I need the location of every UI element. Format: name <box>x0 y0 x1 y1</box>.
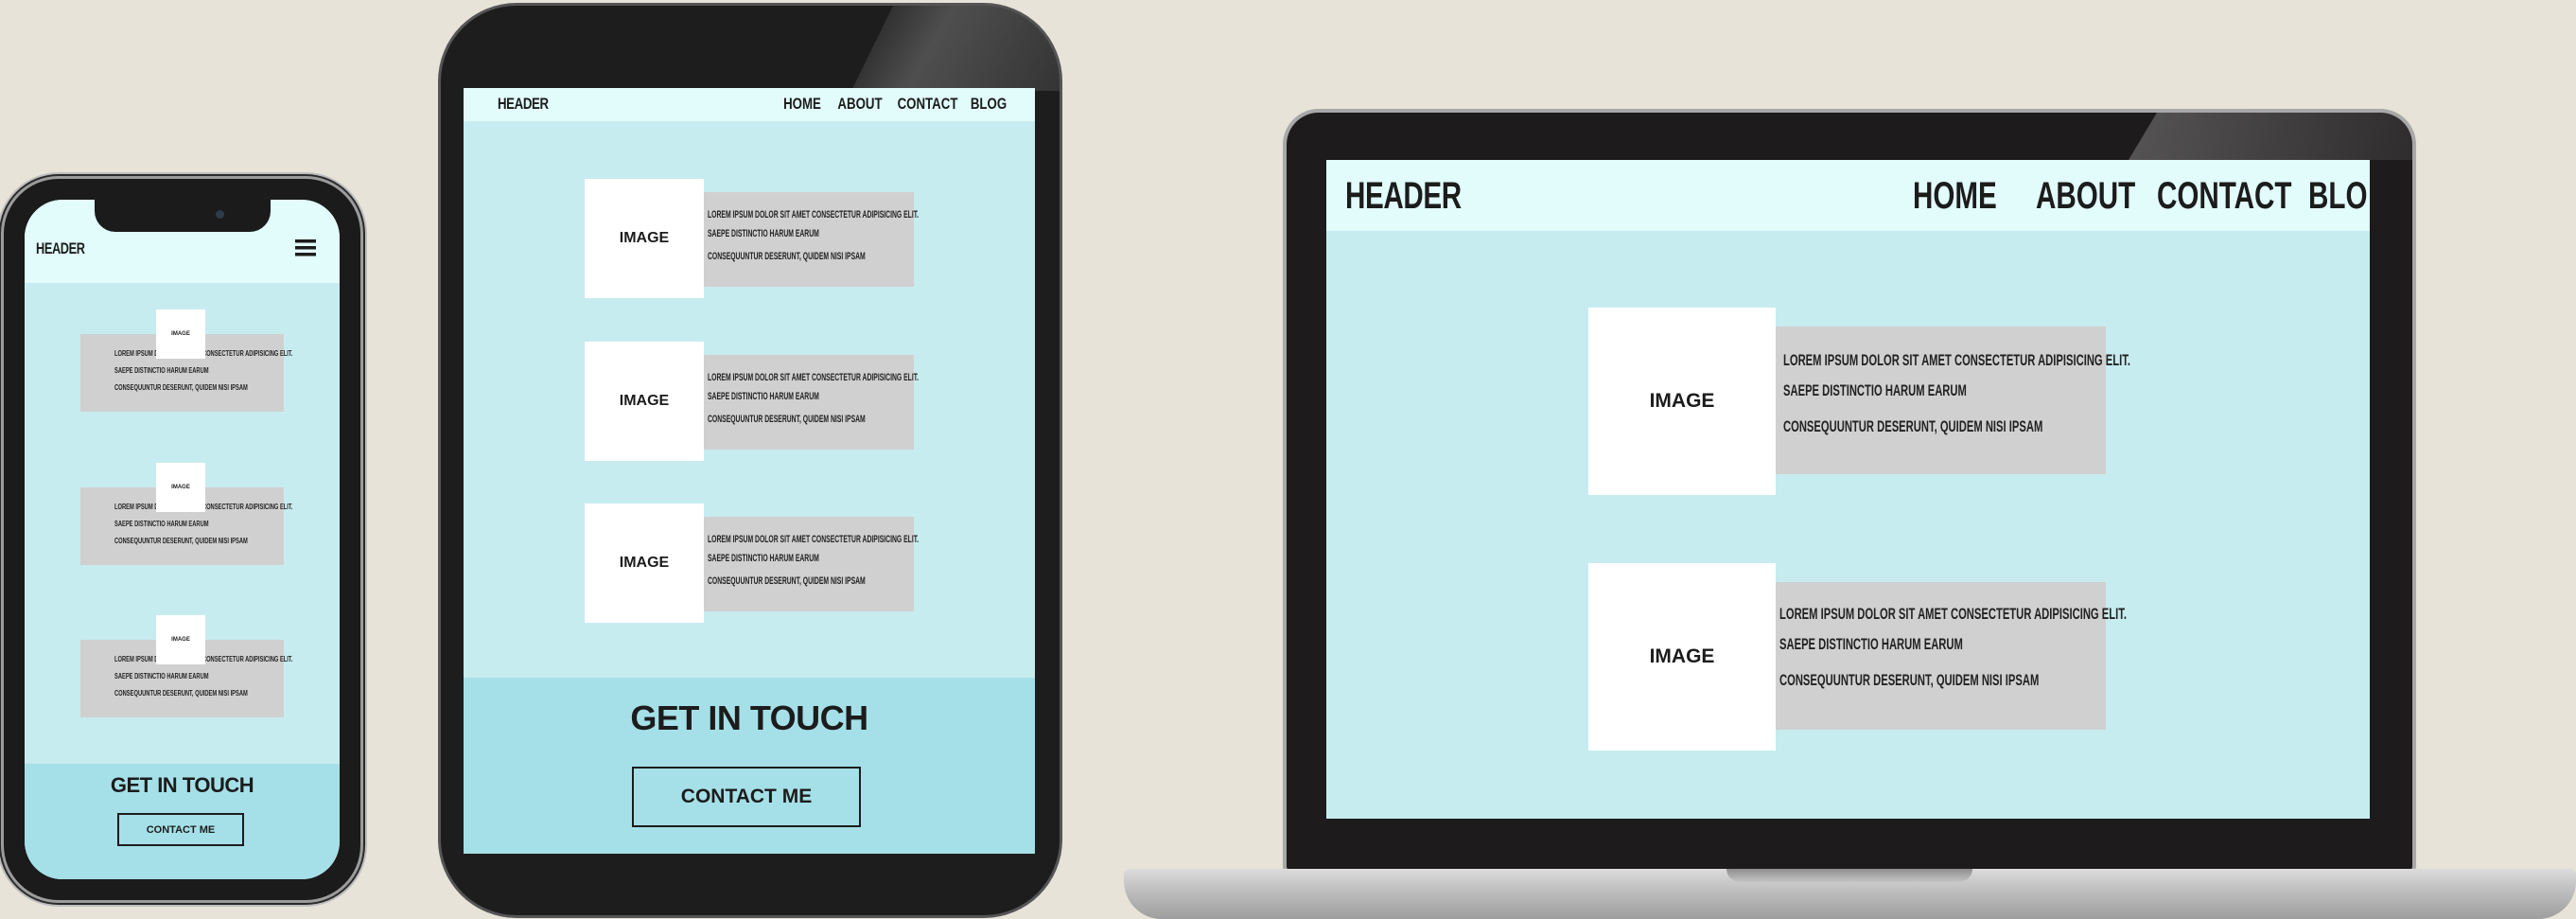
card-text-line: SAEPE DISTINCTIO HARUM EARUM <box>708 553 819 564</box>
tablet-device: HEADER HOME ABOUT CONTACT BLOG IMAGE LOR… <box>441 6 1060 915</box>
phone-screen: HEADER LOREM IPSUM DOLOR SIT AMET CONSEC… <box>25 200 340 879</box>
nav-home[interactable]: HOME <box>780 95 825 114</box>
laptop-card: IMAGE LOREM IPSUM DOLOR SIT AMET CONSECT… <box>1588 563 2127 751</box>
card-text-line: SAEPE DISTINCTIO HARUM EARUM <box>1783 381 1967 399</box>
card-text-line: CONSEQUUNTUR DESERUNT, QUIDEM NISI IPSAM <box>114 537 248 545</box>
card-text-line: LOREM IPSUM DOLOR SIT AMET CONSECTETUR A… <box>708 534 920 545</box>
image-placeholder: IMAGE <box>585 342 704 461</box>
card-text-line: SAEPE DISTINCTIO HARUM EARUM <box>1779 635 1963 653</box>
phone-contact-button[interactable]: CONTACT ME <box>117 813 244 846</box>
card-text-line: SAEPE DISTINCTIO HARUM EARUM <box>708 228 819 239</box>
hamburger-menu-icon[interactable] <box>295 238 316 258</box>
tablet-header-logo: HEADER <box>498 95 549 113</box>
phone-notch <box>95 198 271 232</box>
laptop-card: IMAGE LOREM IPSUM DOLOR SIT AMET CONSECT… <box>1588 308 2130 495</box>
tablet-card: IMAGE LOREM IPSUM DOLOR SIT AMET CONSECT… <box>585 179 919 300</box>
image-placeholder: IMAGE <box>1588 308 1776 495</box>
phone-card: LOREM IPSUM DOLOR SIT AMET CONSECTETUR A… <box>80 615 292 717</box>
laptop-screen: HEADER HOME ABOUT CONTACT BLO IMAGE LORE… <box>1326 160 2370 819</box>
nav-about[interactable]: ABOUT <box>2036 175 2135 218</box>
tablet-glare <box>851 6 1060 91</box>
laptop-card-text: LOREM IPSUM DOLOR SIT AMET CONSECTETUR A… <box>1776 582 2127 730</box>
laptop-opening-notch <box>1726 869 1972 882</box>
card-text-line: SAEPE DISTINCTIO HARUM EARUM <box>708 391 819 402</box>
tablet-card: IMAGE LOREM IPSUM DOLOR SIT AMET CONSECT… <box>585 504 919 625</box>
phone-device: HEADER LOREM IPSUM DOLOR SIT AMET CONSEC… <box>4 179 360 900</box>
card-text-line: SAEPE DISTINCTIO HARUM EARUM <box>114 520 209 528</box>
nav-contact[interactable]: CONTACT <box>2157 175 2291 218</box>
phone-header-logo: HEADER <box>36 239 85 257</box>
phone-card: LOREM IPSUM DOLOR SIT AMET CONSECTETUR A… <box>80 463 292 565</box>
laptop-header-bar: HEADER HOME ABOUT CONTACT BLO <box>1326 160 2370 231</box>
tablet-card: IMAGE LOREM IPSUM DOLOR SIT AMET CONSECT… <box>585 342 919 463</box>
phone-card: LOREM IPSUM DOLOR SIT AMET CONSECTETUR A… <box>80 309 292 412</box>
image-placeholder: IMAGE <box>585 179 704 298</box>
card-text-line: CONSEQUUNTUR DESERUNT, QUIDEM NISI IPSAM <box>114 689 248 698</box>
nav-contact[interactable]: CONTACT <box>898 95 958 114</box>
laptop-card-text: LOREM IPSUM DOLOR SIT AMET CONSECTETUR A… <box>1776 327 2130 474</box>
card-text-line: LOREM IPSUM DOLOR SIT AMET CONSECTETUR A… <box>1779 605 2127 623</box>
tablet-contact-button[interactable]: CONTACT ME <box>632 767 861 827</box>
image-placeholder: IMAGE <box>1588 563 1776 751</box>
card-text-line: CONSEQUUNTUR DESERUNT, QUIDEM NISI IPSAM <box>708 251 866 262</box>
image-placeholder: IMAGE <box>156 463 205 512</box>
image-placeholder: IMAGE <box>156 309 205 359</box>
phone-footer-title: GET IN TOUCH <box>110 773 254 797</box>
card-text-line: LOREM IPSUM DOLOR SIT AMET CONSECTETUR A… <box>1783 351 2130 369</box>
card-text-line: LOREM IPSUM DOLOR SIT AMET CONSECTETUR A… <box>708 372 920 383</box>
phone-footer: GET IN TOUCH CONTACT ME <box>25 764 340 879</box>
tablet-nav: HOME ABOUT CONTACT BLOG <box>774 95 1014 114</box>
laptop-header-logo: HEADER <box>1345 175 1462 217</box>
laptop-nav: HOME ABOUT CONTACT BLO <box>1913 175 2370 218</box>
card-text-line: LOREM IPSUM DOLOR SIT AMET CONSECTETUR A… <box>708 209 920 221</box>
phone-camera <box>216 210 224 219</box>
nav-about[interactable]: ABOUT <box>837 95 883 114</box>
tablet-footer: GET IN TOUCH CONTACT ME <box>464 678 1035 854</box>
nav-home[interactable]: HOME <box>1913 175 2004 218</box>
card-text-line: CONSEQUUNTUR DESERUNT, QUIDEM NISI IPSAM <box>708 575 866 587</box>
card-text-line: SAEPE DISTINCTIO HARUM EARUM <box>114 366 209 375</box>
image-placeholder: IMAGE <box>156 615 205 664</box>
card-text-line: CONSEQUUNTUR DESERUNT, QUIDEM NISI IPSAM <box>1779 671 2040 689</box>
nav-blog[interactable]: BLO <box>2308 175 2367 218</box>
tablet-header-bar: HEADER HOME ABOUT CONTACT BLOG <box>464 88 1035 121</box>
card-text-line: CONSEQUUNTUR DESERUNT, QUIDEM NISI IPSAM <box>114 383 248 392</box>
image-placeholder: IMAGE <box>585 504 704 623</box>
card-text-line: SAEPE DISTINCTIO HARUM EARUM <box>114 672 209 680</box>
laptop-glare <box>2129 113 2412 160</box>
nav-blog[interactable]: BLOG <box>969 95 1008 114</box>
tablet-card-text: LOREM IPSUM DOLOR SIT AMET CONSECTETUR A… <box>704 192 919 287</box>
tablet-footer-title: GET IN TOUCH <box>630 698 868 737</box>
card-text-line: CONSEQUUNTUR DESERUNT, QUIDEM NISI IPSAM <box>1783 417 2043 435</box>
tablet-card-text: LOREM IPSUM DOLOR SIT AMET CONSECTETUR A… <box>704 355 919 450</box>
tablet-screen: HEADER HOME ABOUT CONTACT BLOG IMAGE LOR… <box>464 88 1035 854</box>
tablet-card-text: LOREM IPSUM DOLOR SIT AMET CONSECTETUR A… <box>704 517 919 611</box>
card-text-line: CONSEQUUNTUR DESERUNT, QUIDEM NISI IPSAM <box>708 414 866 425</box>
